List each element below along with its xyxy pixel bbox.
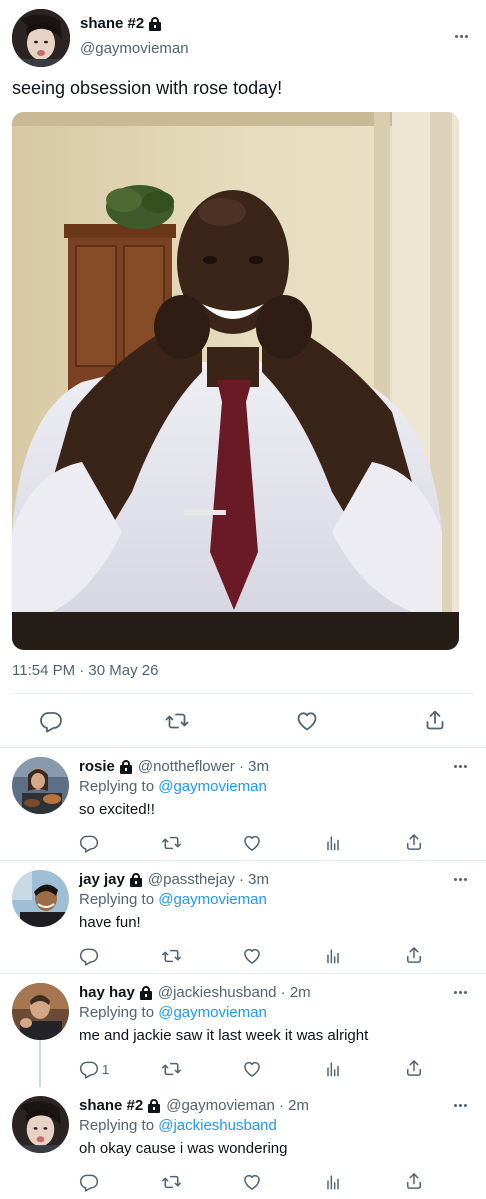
reply-icon[interactable] [79,832,102,854]
display-name[interactable]: hay hay [79,984,135,1001]
like-icon[interactable] [294,709,320,733]
reply-tweet[interactable]: hay hay @jackieshusband · 2m Replying to… [0,974,486,1087]
share-icon[interactable] [404,831,424,853]
more-options-icon[interactable] [451,26,471,46]
replying-to-mention[interactable]: @gaymovieman [158,891,267,908]
replying-to: Replying to @gaymovieman [79,778,267,795]
more-options-icon[interactable] [450,982,470,1002]
reply-icon[interactable]: 1 [79,1058,109,1080]
replying-to-mention[interactable]: @gaymovieman [158,1004,267,1021]
reply-header: rosie @nottheflower · 3m [79,758,269,775]
analytics-icon[interactable] [323,945,343,967]
display-name[interactable]: shane #2 [79,1097,143,1114]
handle-time[interactable]: @jackieshusband · 2m [158,984,311,1001]
lock-icon [119,759,132,774]
reply-tweet[interactable]: jay jay @passthejay · 3m Replying to @ga… [0,861,486,974]
retweet-icon[interactable] [161,945,182,967]
share-icon[interactable] [404,944,424,966]
avatar[interactable] [12,757,69,814]
lock-icon [148,1098,161,1113]
reply-icon[interactable] [38,709,64,733]
tweet-photo[interactable] [12,112,459,650]
main-tweet-header: shane #2 @gaymovieman [12,9,474,69]
display-name[interactable]: jay jay [79,871,125,888]
replying-to-mention[interactable]: @gaymovieman [158,778,267,795]
like-icon[interactable] [242,1171,262,1193]
avatar[interactable] [12,983,69,1040]
reply-text: oh okay cause i was wondering [79,1140,288,1157]
replying-to: Replying to @gaymovieman [79,891,267,908]
like-icon[interactable] [242,1058,262,1080]
handle-time[interactable]: @gaymovieman · 2m [166,1097,309,1114]
handle[interactable]: @gaymovieman [80,40,189,58]
analytics-icon[interactable] [323,832,343,854]
reply-count: 1 [102,1061,110,1077]
reply-tweet[interactable]: shane #2 @gaymovieman · 2m Replying to @… [0,1087,486,1199]
reply-actions [0,832,486,854]
lock-icon [149,17,162,31]
reply-actions [0,945,486,967]
reply-tweet[interactable]: rosie @nottheflower · 3m Replying to @ga… [0,748,486,861]
reply-actions [0,1171,486,1193]
replying-prefix: Replying to [79,1004,155,1021]
replying-to-mention[interactable]: @jackieshusband [158,1117,277,1134]
replying-to: Replying to @jackieshusband [79,1117,277,1134]
replying-prefix: Replying to [79,891,155,908]
share-icon[interactable] [404,1170,424,1192]
replying-prefix: Replying to [79,778,155,795]
reply-header: jay jay @passthejay · 3m [79,871,269,888]
analytics-icon[interactable] [323,1058,343,1080]
lock-icon [139,985,152,1000]
avatar[interactable] [12,870,69,927]
retweet-icon[interactable] [161,1058,182,1080]
handle-time[interactable]: @passthejay · 3m [148,871,269,888]
more-options-icon[interactable] [450,1095,470,1115]
more-options-icon[interactable] [450,756,470,776]
like-icon[interactable] [242,832,262,854]
analytics-icon[interactable] [323,1171,343,1193]
handle-time[interactable]: @nottheflower · 3m [138,758,269,775]
display-name-text[interactable]: shane #2 [80,15,144,33]
reply-text: so excited!! [79,801,155,818]
main-tweet-names: shane #2 @gaymovieman [80,15,189,58]
reply-icon[interactable] [79,1171,102,1193]
retweet-icon[interactable] [164,709,190,733]
display-name[interactable]: rosie [79,758,115,775]
share-icon[interactable] [422,708,448,732]
main-tweet-actions [0,705,486,737]
divider [12,693,474,694]
share-icon[interactable] [404,1057,424,1079]
more-options-icon[interactable] [450,869,470,889]
reply-icon[interactable] [79,945,102,967]
reply-text: have fun! [79,914,141,931]
replying-to: Replying to @gaymovieman [79,1004,267,1021]
reply-header: shane #2 @gaymovieman · 2m [79,1097,309,1114]
replying-prefix: Replying to [79,1117,155,1134]
retweet-icon[interactable] [161,1171,182,1193]
avatar[interactable] [12,9,70,67]
retweet-icon[interactable] [161,832,182,854]
display-name[interactable]: shane #2 [80,15,189,33]
lock-icon [129,872,142,887]
reply-text: me and jackie saw it last week it was al… [79,1027,369,1044]
tweet-text: seeing obsession with rose today! [12,78,283,98]
reply-header: hay hay @jackieshusband · 2m [79,984,311,1001]
reply-actions: 1 [0,1058,486,1080]
avatar[interactable] [12,1096,69,1153]
tweet-timestamp[interactable]: 11:54 PM · 30 May 26 [12,662,158,679]
like-icon[interactable] [242,945,262,967]
